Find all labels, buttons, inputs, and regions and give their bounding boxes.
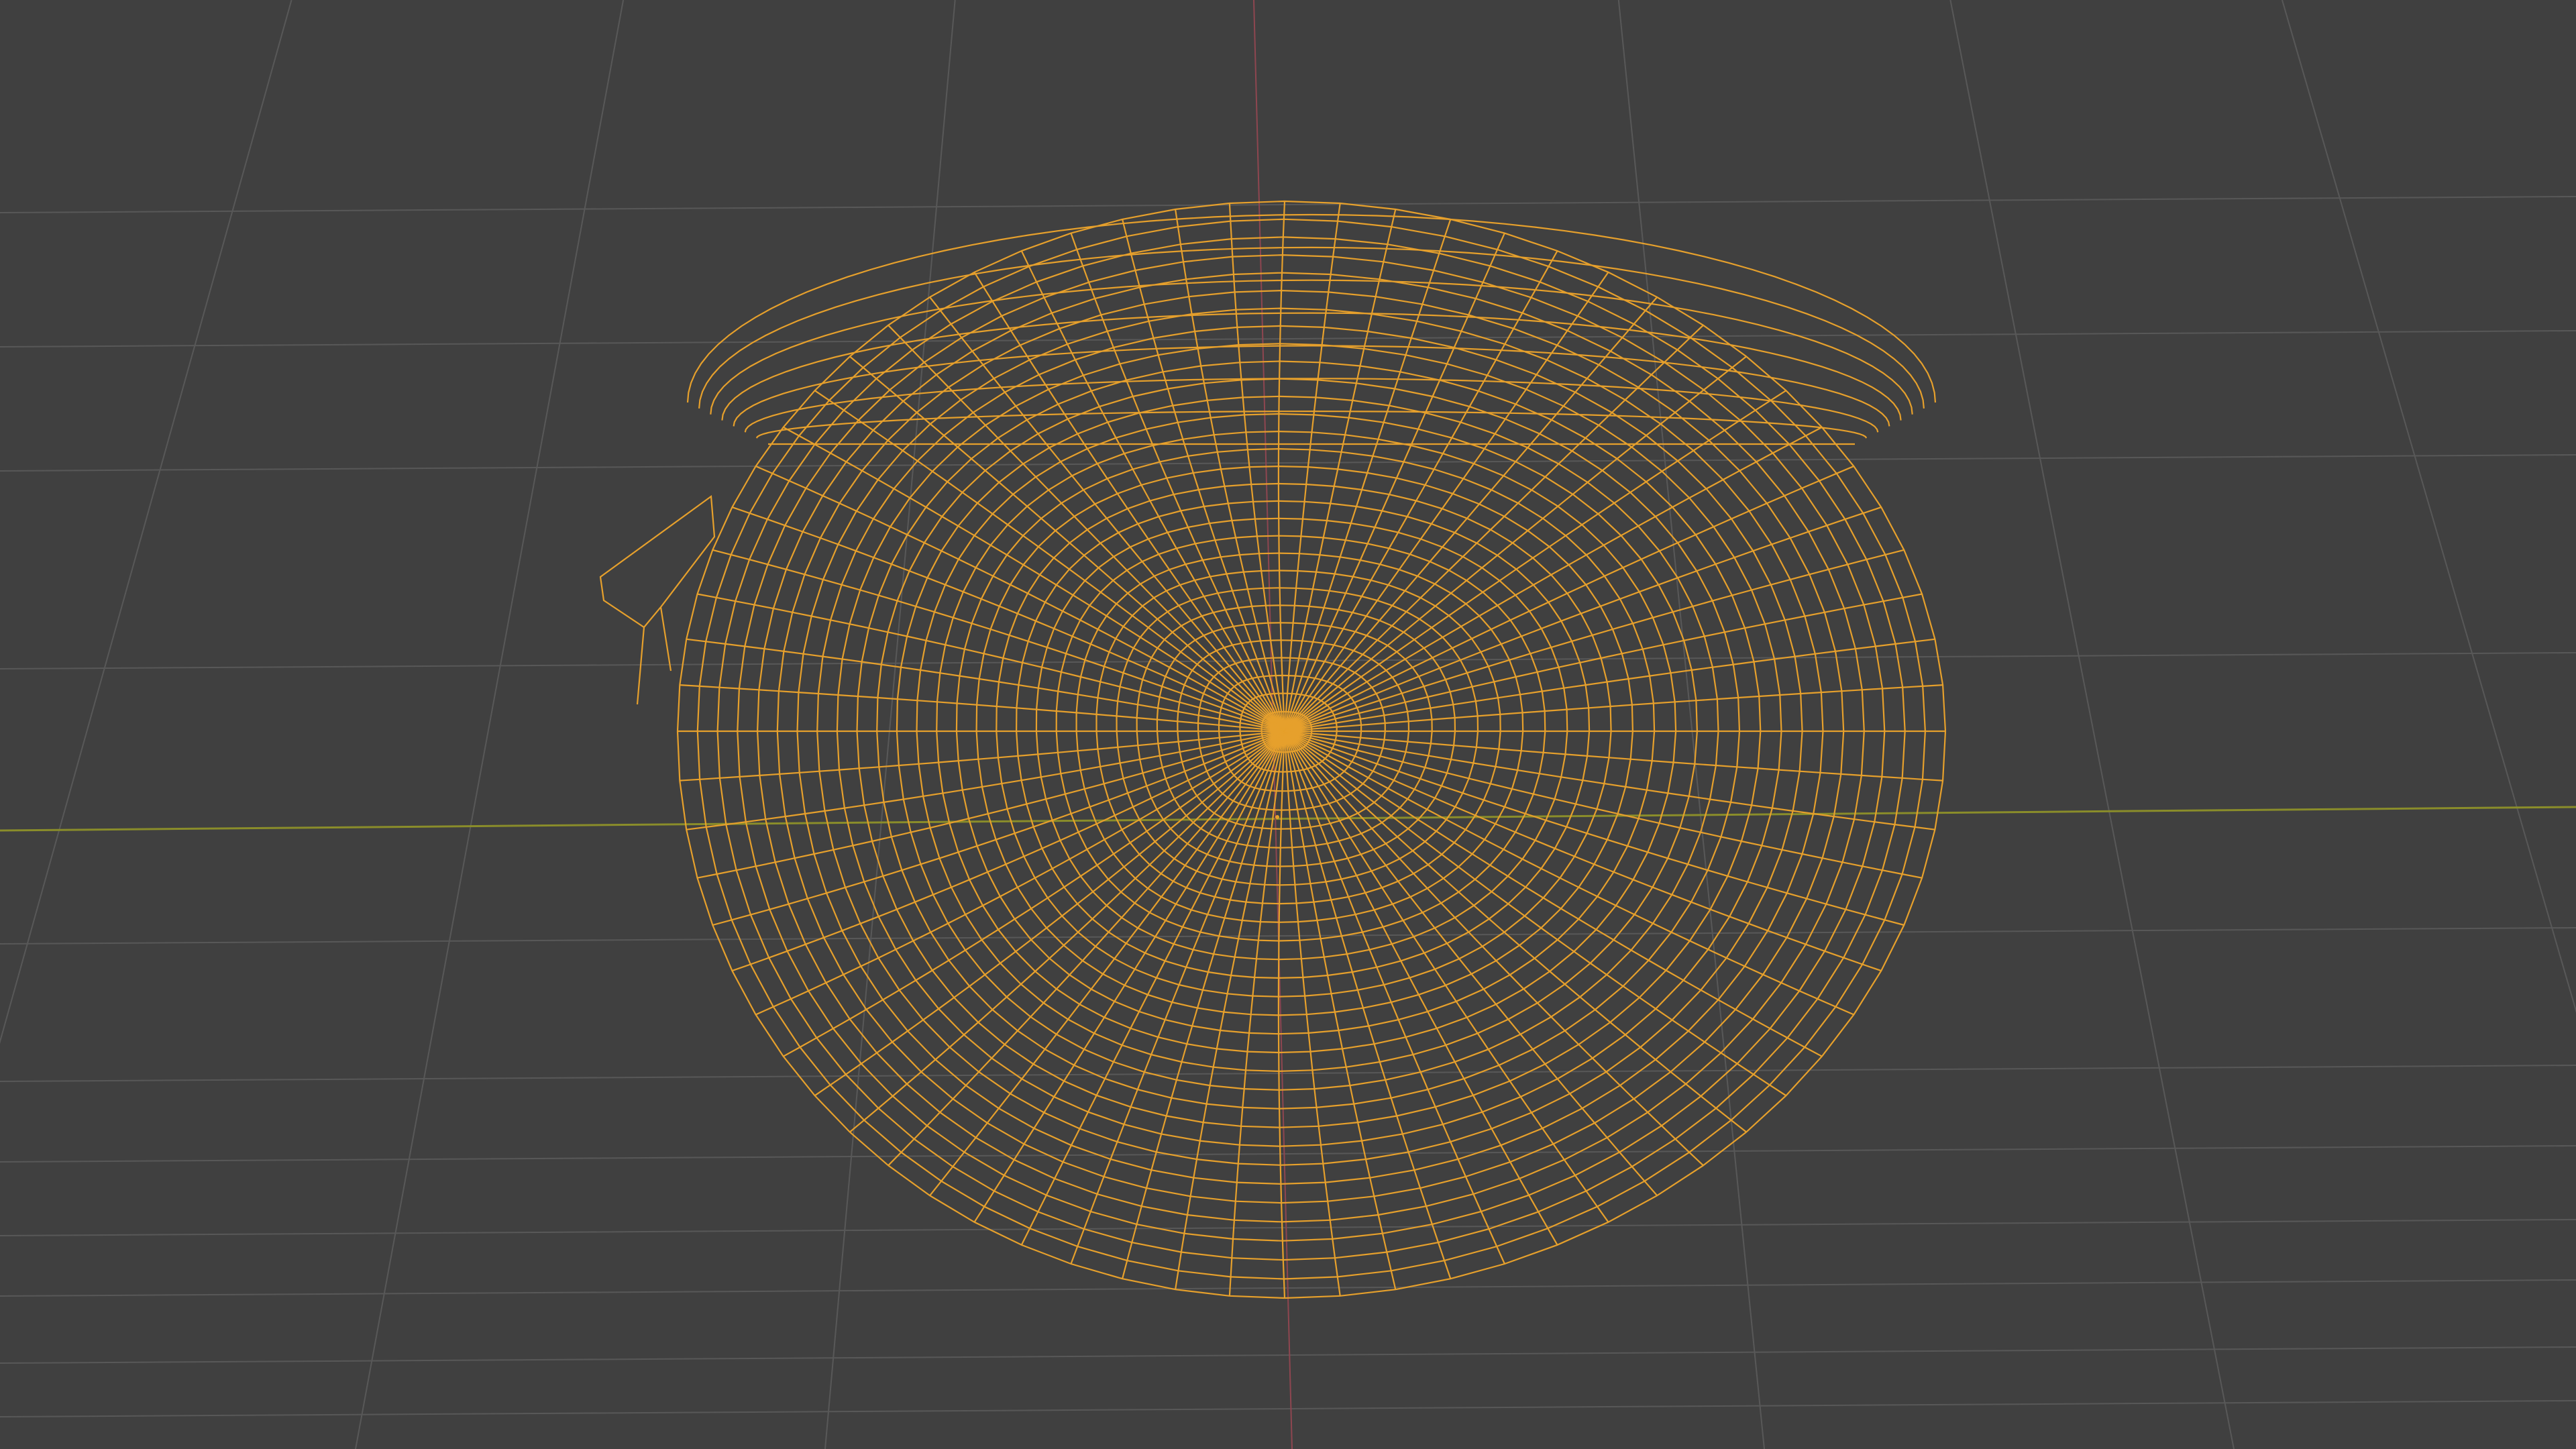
mesh-edge-spoke (1284, 272, 1609, 732)
mesh-edge-spoke (1284, 730, 1923, 879)
mesh-edge-spoke (680, 684, 1285, 733)
grid-line (0, 1065, 2576, 1082)
mesh-edge-spoke (686, 638, 1285, 733)
mesh-edge-loop (721, 312, 1902, 421)
mesh-edge-spoke (1283, 731, 1397, 1290)
grid-line (1617, 0, 1765, 1449)
grid-line (0, 1145, 2576, 1163)
mesh-edge-spoke (1284, 297, 1658, 732)
mesh-edge-spoke (680, 730, 1285, 782)
mesh-edge-spoke (1284, 638, 1935, 733)
mesh-edge-spoke (888, 325, 1285, 732)
mesh-edge-spoke (1175, 731, 1286, 1290)
grid-line (0, 0, 292, 1044)
mesh-edge-spoke (783, 731, 1285, 1057)
mesh-edge-spoke (814, 390, 1285, 732)
mesh-edge-spoke (1020, 731, 1285, 1246)
mesh-edge-spoke (849, 356, 1285, 732)
grid-line (0, 1346, 2576, 1364)
grid-line (2281, 0, 2576, 1014)
grid-line (0, 927, 2576, 945)
wireframe-mesh[interactable] (599, 200, 1947, 1299)
mesh-edge-spoke (1284, 731, 1658, 1196)
mesh-edge-spoke (1284, 731, 1609, 1223)
mesh-edge-loop (599, 494, 716, 705)
viewport-canvas[interactable] (0, 0, 2576, 1449)
mesh-edge-spoke (1284, 730, 1943, 782)
mesh-edge-loop (737, 254, 1886, 1242)
grid-line (0, 652, 2576, 669)
grid-line (0, 454, 2576, 472)
3d-viewport[interactable] (0, 0, 2576, 1449)
mesh-edge-spoke (1284, 731, 1854, 1016)
grid-line (1949, 0, 2235, 1449)
mesh-edge-spoke (1284, 730, 1904, 926)
mesh-edge-spoke (1283, 731, 1505, 1265)
object-origin-marker (1275, 815, 1279, 819)
mesh-edge-spoke (732, 731, 1285, 972)
mesh-edge-spoke (929, 297, 1285, 732)
mesh-edge-loop (710, 279, 1913, 415)
mesh-edge-spoke (697, 730, 1285, 879)
grid-line (0, 1400, 2576, 1417)
grid-line (0, 196, 2576, 213)
grid-line (824, 0, 956, 1449)
